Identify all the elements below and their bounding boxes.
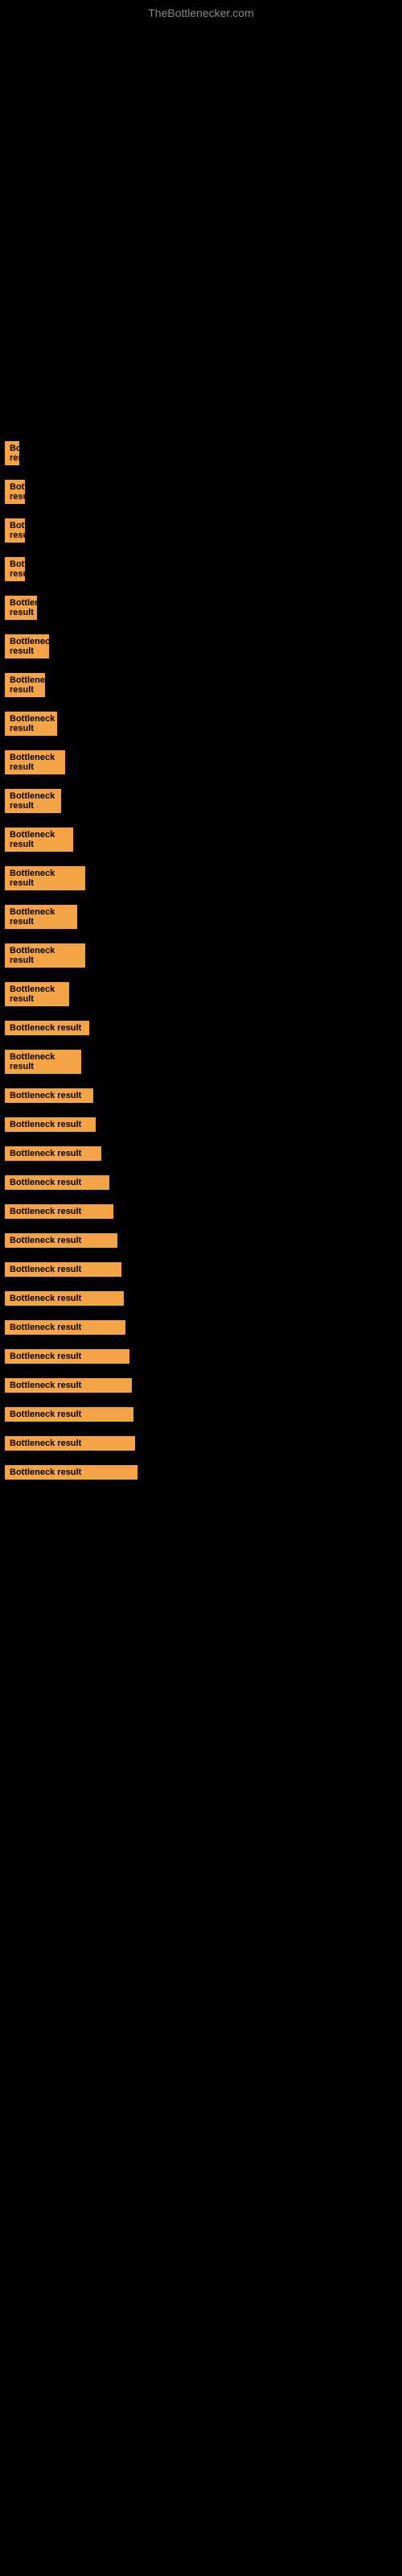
bottleneck-label: Bottleneck result bbox=[5, 712, 57, 736]
list-item: Bottleneck result bbox=[0, 1291, 402, 1306]
bottleneck-label: Bottleneck result bbox=[5, 1320, 125, 1335]
list-item: Bottleneck result bbox=[0, 1320, 402, 1335]
list-item: Bottleneck result bbox=[0, 1050, 402, 1074]
bottleneck-label: Bottleneck result bbox=[5, 866, 85, 890]
list-item: Bottleneck result bbox=[0, 1146, 402, 1161]
list-item: Bottleneck result bbox=[0, 518, 402, 543]
list-item: Bottleneck result bbox=[0, 1175, 402, 1190]
list-item: Bottleneck result bbox=[0, 982, 402, 1006]
list-item: Bottleneck result bbox=[0, 828, 402, 852]
bottleneck-label: Bottleneck result bbox=[5, 1378, 132, 1393]
bottleneck-label: Bottleneck result bbox=[5, 634, 49, 658]
bottleneck-label: Bottleneck result bbox=[5, 982, 69, 1006]
bottleneck-label: Bottleneck result bbox=[5, 750, 65, 774]
list-item: Bottleneck result bbox=[0, 789, 402, 813]
list-item: Bottleneck result bbox=[0, 866, 402, 890]
list-item: Bottleneck result bbox=[0, 480, 402, 504]
bottleneck-label: Bottleneck result bbox=[5, 1117, 96, 1132]
bottleneck-label: Bottleneck result bbox=[5, 1021, 89, 1035]
chart-area bbox=[8, 23, 394, 280]
list-item: Bottleneck result bbox=[0, 1204, 402, 1219]
bottleneck-label: Bottleneck result bbox=[5, 1175, 109, 1190]
list-item: Bottleneck result bbox=[0, 596, 402, 620]
list-item: Bottleneck result bbox=[0, 1021, 402, 1035]
list-item: Bottleneck result bbox=[0, 750, 402, 774]
list-item: Bottleneck result bbox=[0, 1378, 402, 1393]
list-item: Bottleneck result bbox=[0, 905, 402, 929]
list-item: Bottleneck result bbox=[0, 712, 402, 736]
bottleneck-label: Bottleneck result bbox=[5, 518, 25, 543]
bottleneck-label: Bottleneck result bbox=[5, 1262, 121, 1277]
list-item: Bottleneck result bbox=[0, 1436, 402, 1451]
list-item: Bottleneck result bbox=[0, 557, 402, 581]
list-item: Bottleneck result bbox=[0, 1465, 402, 1480]
bottleneck-label: Bottleneck result bbox=[5, 943, 85, 968]
list-item: Bottleneck result bbox=[0, 673, 402, 697]
list-item: Bottleneck result bbox=[0, 1117, 402, 1132]
bottleneck-label: Bottleneck result bbox=[5, 905, 77, 929]
bottleneck-label: Bottleneck result bbox=[5, 828, 73, 852]
list-item: Bottleneck result bbox=[0, 634, 402, 658]
list-item: Bottleneck result bbox=[0, 1262, 402, 1277]
list-item: Bottleneck result bbox=[0, 441, 402, 465]
bottleneck-label: Bottleneck result bbox=[5, 1291, 124, 1306]
bottleneck-label: Bottleneck result bbox=[5, 1233, 117, 1248]
bottleneck-label: Bottleneck result bbox=[5, 1465, 137, 1480]
bottleneck-label: Bottleneck result bbox=[5, 480, 25, 504]
bottleneck-label: Bottleneck result bbox=[5, 1407, 133, 1422]
list-item: Bottleneck result bbox=[0, 1233, 402, 1248]
bottleneck-label: Bottleneck result bbox=[5, 789, 61, 813]
list-item: Bottleneck result bbox=[0, 1088, 402, 1103]
bottleneck-label: Bottleneck result bbox=[5, 1436, 135, 1451]
list-item: Bottleneck result bbox=[0, 1407, 402, 1422]
list-item: Bottleneck result bbox=[0, 943, 402, 968]
bottleneck-label: Bottleneck result bbox=[5, 441, 19, 465]
bottleneck-label: Bottleneck result bbox=[5, 1204, 113, 1219]
bottleneck-label: Bottleneck result bbox=[5, 1050, 81, 1074]
bottleneck-label: Bottleneck result bbox=[5, 673, 45, 697]
bottleneck-label: Bottleneck result bbox=[5, 596, 37, 620]
list-item: Bottleneck result bbox=[0, 1349, 402, 1364]
bottleneck-label: Bottleneck result bbox=[5, 1088, 93, 1103]
bottleneck-label: Bottleneck result bbox=[5, 1349, 129, 1364]
bottleneck-label: Bottleneck result bbox=[5, 557, 25, 581]
bottleneck-label: Bottleneck result bbox=[5, 1146, 101, 1161]
site-title: TheBottlenecker.com bbox=[0, 0, 402, 23]
